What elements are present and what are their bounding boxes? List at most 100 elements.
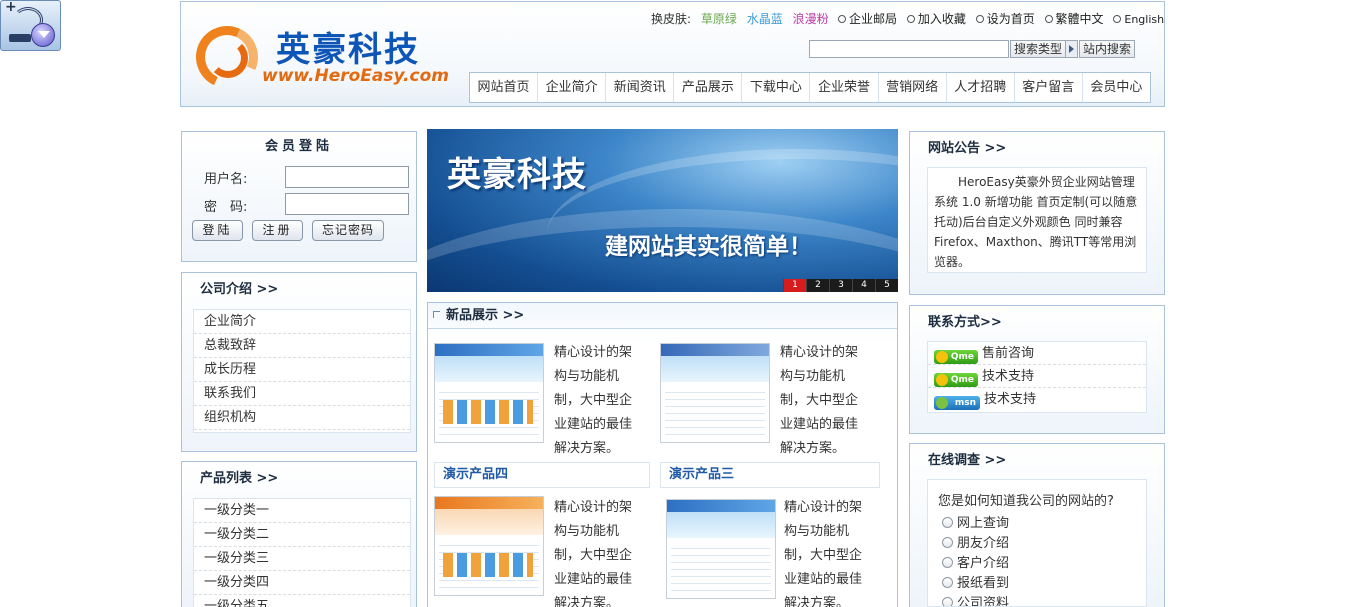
contact-item[interactable]: msn 技术支持	[928, 388, 1146, 411]
survey-option[interactable]: 报纸看到	[938, 574, 1136, 594]
contact-item[interactable]: Qme 技术支持	[928, 365, 1146, 388]
hero-banner[interactable]: 英豪科技 建网站其实很简单！ 1 2 3 4 5	[427, 129, 898, 292]
qq-icon: Qme	[934, 350, 978, 364]
list-item[interactable]: 一级分类五	[194, 595, 410, 607]
radio-icon[interactable]	[942, 597, 953, 606]
company-list: 企业简介 总裁致辞 成长历程 联系我们 组织机构	[193, 309, 411, 433]
banner-page-1[interactable]: 1	[783, 279, 806, 292]
new-products-panel: 新品展示 >> 精心设计的架构与功能机制，大中型企业建站的最佳解决方案。 精心设…	[427, 302, 898, 607]
logo-text-cn: 英豪科技	[276, 30, 420, 70]
top-link-traditional[interactable]: 繁體中文	[1044, 12, 1104, 26]
product-description: 精心设计的架构与功能机制，大中型企业建站的最佳解决方案。	[554, 500, 633, 607]
product-thumbnail[interactable]	[660, 343, 770, 443]
company-panel: 公司介绍 >> 企业简介 总裁致辞 成长历程 联系我们 组织机构	[181, 272, 417, 452]
nav-about[interactable]: 企业简介	[538, 73, 607, 102]
banner-page-3[interactable]: 3	[829, 279, 852, 292]
dropdown-arrow-icon	[1065, 41, 1077, 57]
skin-green-link[interactable]: 草原绿	[701, 12, 737, 26]
top-link-english[interactable]: English	[1113, 12, 1164, 26]
contact-item[interactable]: Qme 售前咨询	[928, 342, 1146, 365]
bullet-icon	[1044, 15, 1053, 23]
contact-label: 售前咨询	[982, 346, 1035, 361]
skin-pink-link[interactable]: 浪漫粉	[793, 12, 829, 26]
forgot-password-button[interactable]: 忘记密码	[312, 220, 384, 241]
nav-honors[interactable]: 企业荣誉	[810, 73, 879, 102]
login-button[interactable]: 登陆	[192, 220, 243, 241]
top-link-favorite[interactable]: 加入收藏	[906, 12, 966, 26]
register-button[interactable]: 注册	[252, 220, 303, 241]
list-item[interactable]: 一级分类四	[194, 571, 410, 595]
product-category-list: 一级分类一 一级分类二 一级分类三 一级分类四 一级分类五	[193, 498, 411, 607]
logo-swirl-inner-icon	[208, 38, 248, 78]
radio-icon[interactable]	[942, 517, 953, 528]
qq-icon: Qme	[934, 373, 978, 387]
nav-network[interactable]: 营销网络	[879, 73, 947, 102]
radio-icon[interactable]	[942, 557, 953, 568]
nav-home[interactable]: 网站首页	[470, 73, 539, 102]
bullet-icon	[1113, 15, 1122, 23]
product-thumbnail[interactable]	[666, 499, 776, 599]
banner-page-4[interactable]: 4	[852, 279, 875, 292]
contact-label: 技术支持	[984, 392, 1037, 407]
notice-title[interactable]: 网站公告 >>	[910, 132, 1164, 166]
survey-option[interactable]: 网上查询	[938, 514, 1136, 534]
list-item[interactable]: 组织机构	[194, 406, 410, 430]
survey-option[interactable]: 客户介绍	[938, 554, 1136, 574]
bullet-icon	[906, 15, 915, 23]
survey-box: 您是如何知道我公司的网站的? 网上查询 朋友介绍 客户介绍 报纸看到 公司资料	[927, 479, 1147, 607]
corner-widget[interactable]: +	[0, 0, 61, 51]
nav-news[interactable]: 新闻资讯	[606, 73, 675, 102]
radio-icon[interactable]	[942, 537, 953, 548]
contact-list: Qme 售前咨询 Qme 技术支持 msn 技术支持	[927, 341, 1147, 413]
list-item[interactable]: 总裁致辞	[194, 334, 410, 358]
list-item[interactable]: 一级分类二	[194, 523, 410, 547]
survey-option[interactable]: 朋友介绍	[938, 534, 1136, 554]
product-thumbnail[interactable]	[434, 496, 544, 596]
list-item[interactable]: 联系我们	[194, 382, 410, 406]
banner-slogan: 建网站其实很简单！	[605, 234, 812, 260]
nav-member[interactable]: 会员中心	[1083, 73, 1150, 102]
product-description: 精心设计的架构与功能机制，大中型企业建站的最佳解决方案。	[554, 345, 633, 456]
top-link-homepage[interactable]: 设为首页	[975, 12, 1035, 26]
search-input[interactable]	[809, 40, 1009, 58]
contact-label: 技术支持	[982, 369, 1035, 384]
new-products-title[interactable]: 新品展示 >>	[428, 303, 897, 329]
search-type-select[interactable]: 搜索类型	[1010, 40, 1078, 58]
nav-guestbook[interactable]: 客户留言	[1015, 73, 1083, 102]
username-input[interactable]	[285, 166, 409, 188]
banner-page-5[interactable]: 5	[875, 279, 898, 292]
password-input[interactable]	[285, 193, 409, 215]
list-item[interactable]: 企业简介	[194, 310, 410, 334]
dropdown-disc-icon[interactable]	[31, 23, 55, 47]
logo-text-en: www.HeroEasy.com	[262, 66, 449, 86]
nav-downloads[interactable]: 下载中心	[742, 73, 811, 102]
username-label: 用户名:	[204, 172, 248, 187]
product-thumbnail[interactable]	[434, 343, 544, 443]
survey-option[interactable]: 公司资料	[938, 594, 1136, 606]
corner-tick-icon	[433, 311, 440, 318]
nav-products[interactable]: 产品展示	[674, 73, 743, 102]
list-item[interactable]: 成长历程	[194, 358, 410, 382]
list-item[interactable]: 一级分类三	[194, 547, 410, 571]
banner-page-2[interactable]: 2	[806, 279, 829, 292]
product-caption[interactable]: 演示产品三	[660, 462, 880, 488]
survey-title[interactable]: 在线调查 >>	[910, 444, 1164, 478]
contact-title[interactable]: 联系方式>>	[910, 306, 1164, 340]
top-links: 企业邮局 加入收藏 设为首页 繁體中文 English	[838, 10, 1170, 27]
card-slot-icon	[9, 34, 31, 42]
nav-jobs[interactable]: 人才招聘	[947, 73, 1015, 102]
top-link-mail[interactable]: 企业邮局	[838, 12, 897, 26]
radio-icon[interactable]	[942, 577, 953, 588]
skin-blue-link[interactable]: 水晶蓝	[747, 12, 783, 26]
product-caption[interactable]: 演示产品四	[434, 462, 650, 488]
company-title[interactable]: 公司介绍 >>	[182, 273, 416, 307]
site-logo[interactable]: 英豪科技 www.HeroEasy.com	[187, 17, 449, 97]
skin-label: 换皮肤:	[651, 12, 692, 26]
product-list-title[interactable]: 产品列表 >>	[182, 462, 416, 496]
site-header: 英豪科技 www.HeroEasy.com 换皮肤: 草原绿 水晶蓝 浪漫粉 企…	[180, 1, 1165, 107]
list-item[interactable]: 一级分类一	[194, 499, 410, 523]
bullet-icon	[975, 15, 984, 23]
search-button[interactable]: 站内搜索	[1079, 40, 1135, 58]
main-nav: 网站首页 企业简介 新闻资讯 产品展示 下载中心 企业荣誉 营销网络 人才招聘 …	[469, 72, 1151, 103]
banner-pager: 1 2 3 4 5	[783, 279, 898, 292]
